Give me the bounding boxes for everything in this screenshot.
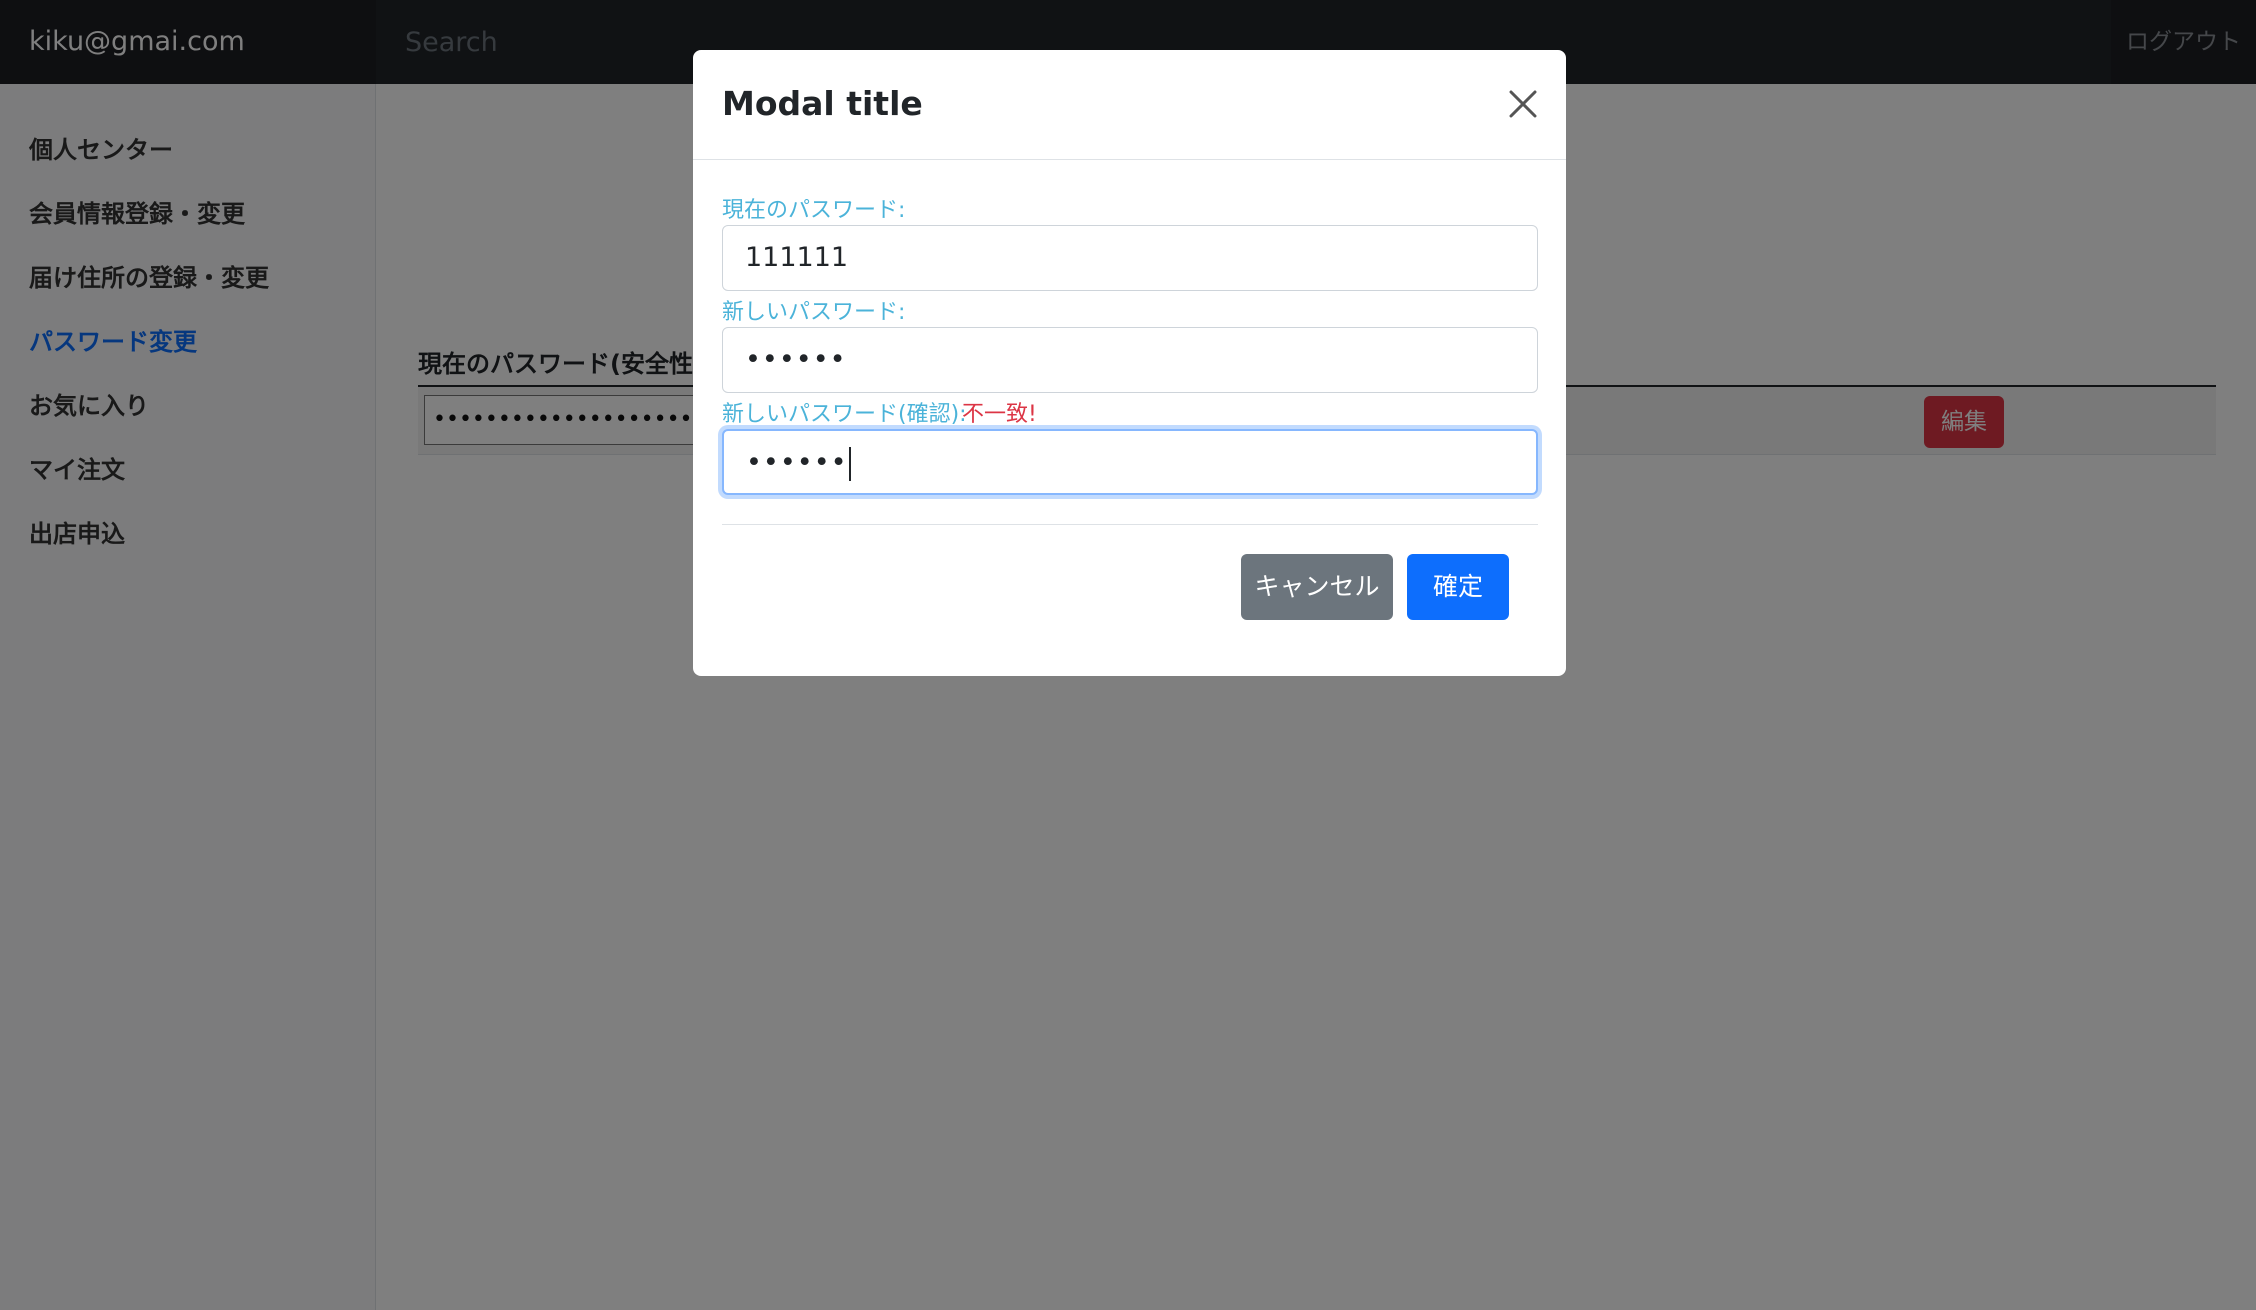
app: kiku@gmai.com ログアウト 個人センター 会員情報登録・変更 届け住… (0, 0, 2256, 1310)
text-caret (848, 446, 851, 481)
confirm-button[interactable]: 確定 (1407, 554, 1509, 620)
password-mismatch-error: 不一致! (962, 402, 1037, 427)
confirm-password-field[interactable]: •••••• (722, 429, 1538, 495)
new-password-field[interactable]: •••••• (722, 327, 1538, 393)
cancel-button[interactable]: キャンセル (1241, 554, 1393, 620)
confirm-password-label: 新しいパスワード(確認): (722, 402, 967, 427)
confirm-password-value: •••••• (746, 447, 848, 478)
current-password-label: 現在のパスワード: (722, 198, 906, 223)
close-icon (1509, 90, 1537, 118)
modal-footer-divider (722, 524, 1538, 525)
password-change-modal: Modal title 現在のパスワード: 111111 新しいパスワード: •… (693, 50, 1566, 676)
modal-header-divider (693, 159, 1566, 160)
current-password-field[interactable]: 111111 (722, 225, 1538, 291)
new-password-label: 新しいパスワード: (722, 300, 906, 325)
modal-title: Modal title (722, 84, 923, 123)
close-button[interactable] (1505, 86, 1541, 122)
